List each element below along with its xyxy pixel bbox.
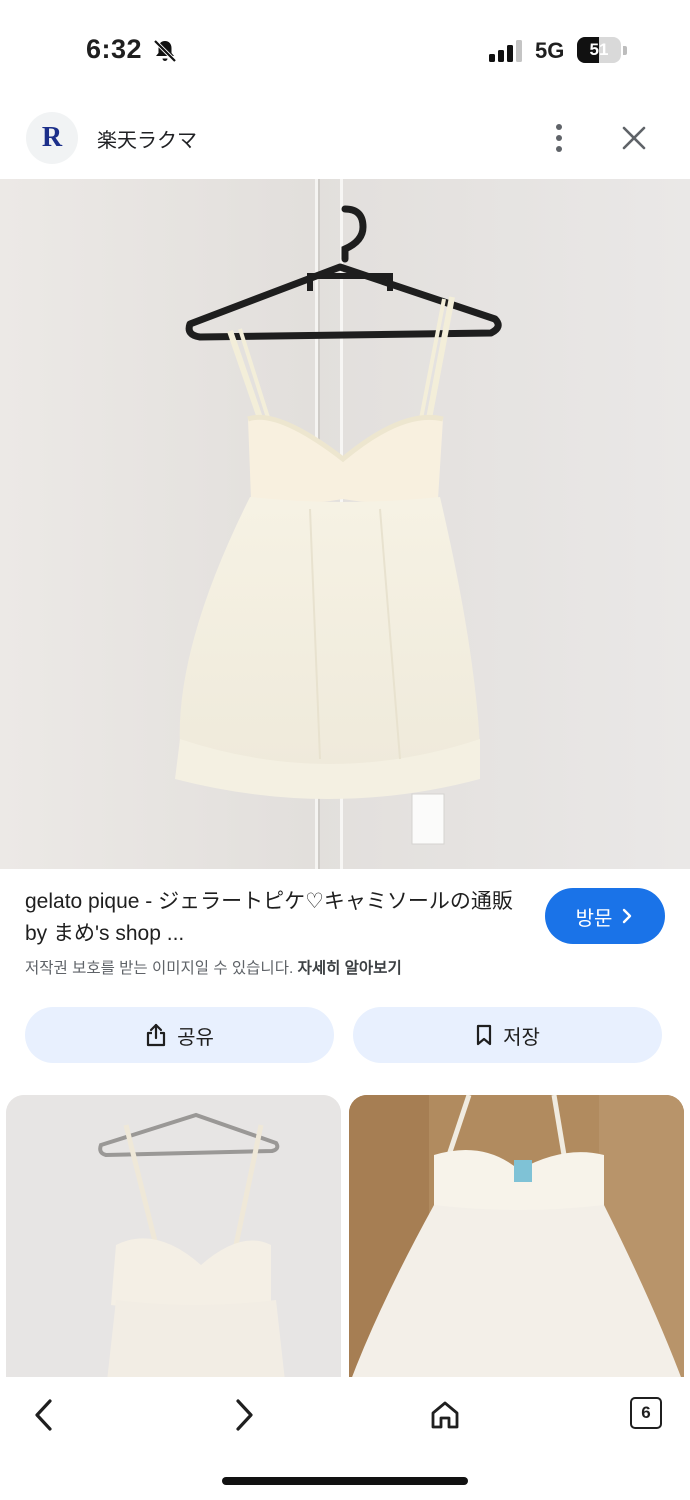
result-title[interactable]: gelato pique - ジェラートピケ♡キャミソールの通販 by まめ's… (25, 886, 525, 950)
visit-label: 방문 (575, 907, 613, 930)
save-button[interactable]: 저장 (353, 1007, 662, 1063)
share-label: 공유 (177, 1026, 214, 1049)
share-icon (146, 1023, 166, 1047)
back-icon (35, 1399, 52, 1431)
status-time: 6:32 (86, 34, 143, 64)
browser-toolbar: 6 (0, 1377, 690, 1500)
related-image-1[interactable] (6, 1095, 341, 1385)
battery-percent: 51 (589, 40, 609, 59)
visit-button[interactable]: 방문 (545, 888, 665, 944)
copyright-notice: 저작권 보호를 받는 이미지일 수 있습니다. 자세히 알아보기 (25, 956, 402, 978)
more-vertical-icon[interactable] (545, 122, 573, 154)
back-button[interactable] (22, 1393, 66, 1437)
bell-muted-icon (153, 39, 177, 63)
site-name[interactable]: 楽天ラクマ (97, 124, 197, 153)
home-indicator (222, 1477, 468, 1485)
status-bar: 6:32 5G 51 (0, 0, 690, 100)
tabs-button[interactable]: 6 (630, 1397, 662, 1429)
signal-icon (489, 40, 522, 62)
forward-icon (236, 1399, 253, 1431)
bookmark-icon (476, 1024, 492, 1046)
product-image[interactable] (0, 179, 690, 869)
chevron-right-icon (623, 908, 632, 924)
site-logo-letter: R (41, 122, 63, 153)
close-icon[interactable] (618, 122, 650, 154)
home-icon (431, 1401, 459, 1429)
related-image-2[interactable] (349, 1095, 684, 1385)
network-type: 5G (535, 38, 565, 63)
learn-more-link[interactable]: 자세히 알아보기 (298, 960, 402, 977)
site-header: R 楽天ラクマ (0, 108, 690, 170)
save-label: 저장 (503, 1026, 540, 1049)
site-logo[interactable]: R (26, 112, 78, 164)
home-button[interactable] (423, 1393, 467, 1437)
copyright-text: 저작권 보호를 받는 이미지일 수 있습니다. (25, 960, 294, 977)
share-button[interactable]: 공유 (25, 1007, 334, 1063)
battery-icon: 51 (577, 37, 627, 63)
forward-button[interactable] (222, 1393, 266, 1437)
tab-count: 6 (641, 1403, 651, 1422)
